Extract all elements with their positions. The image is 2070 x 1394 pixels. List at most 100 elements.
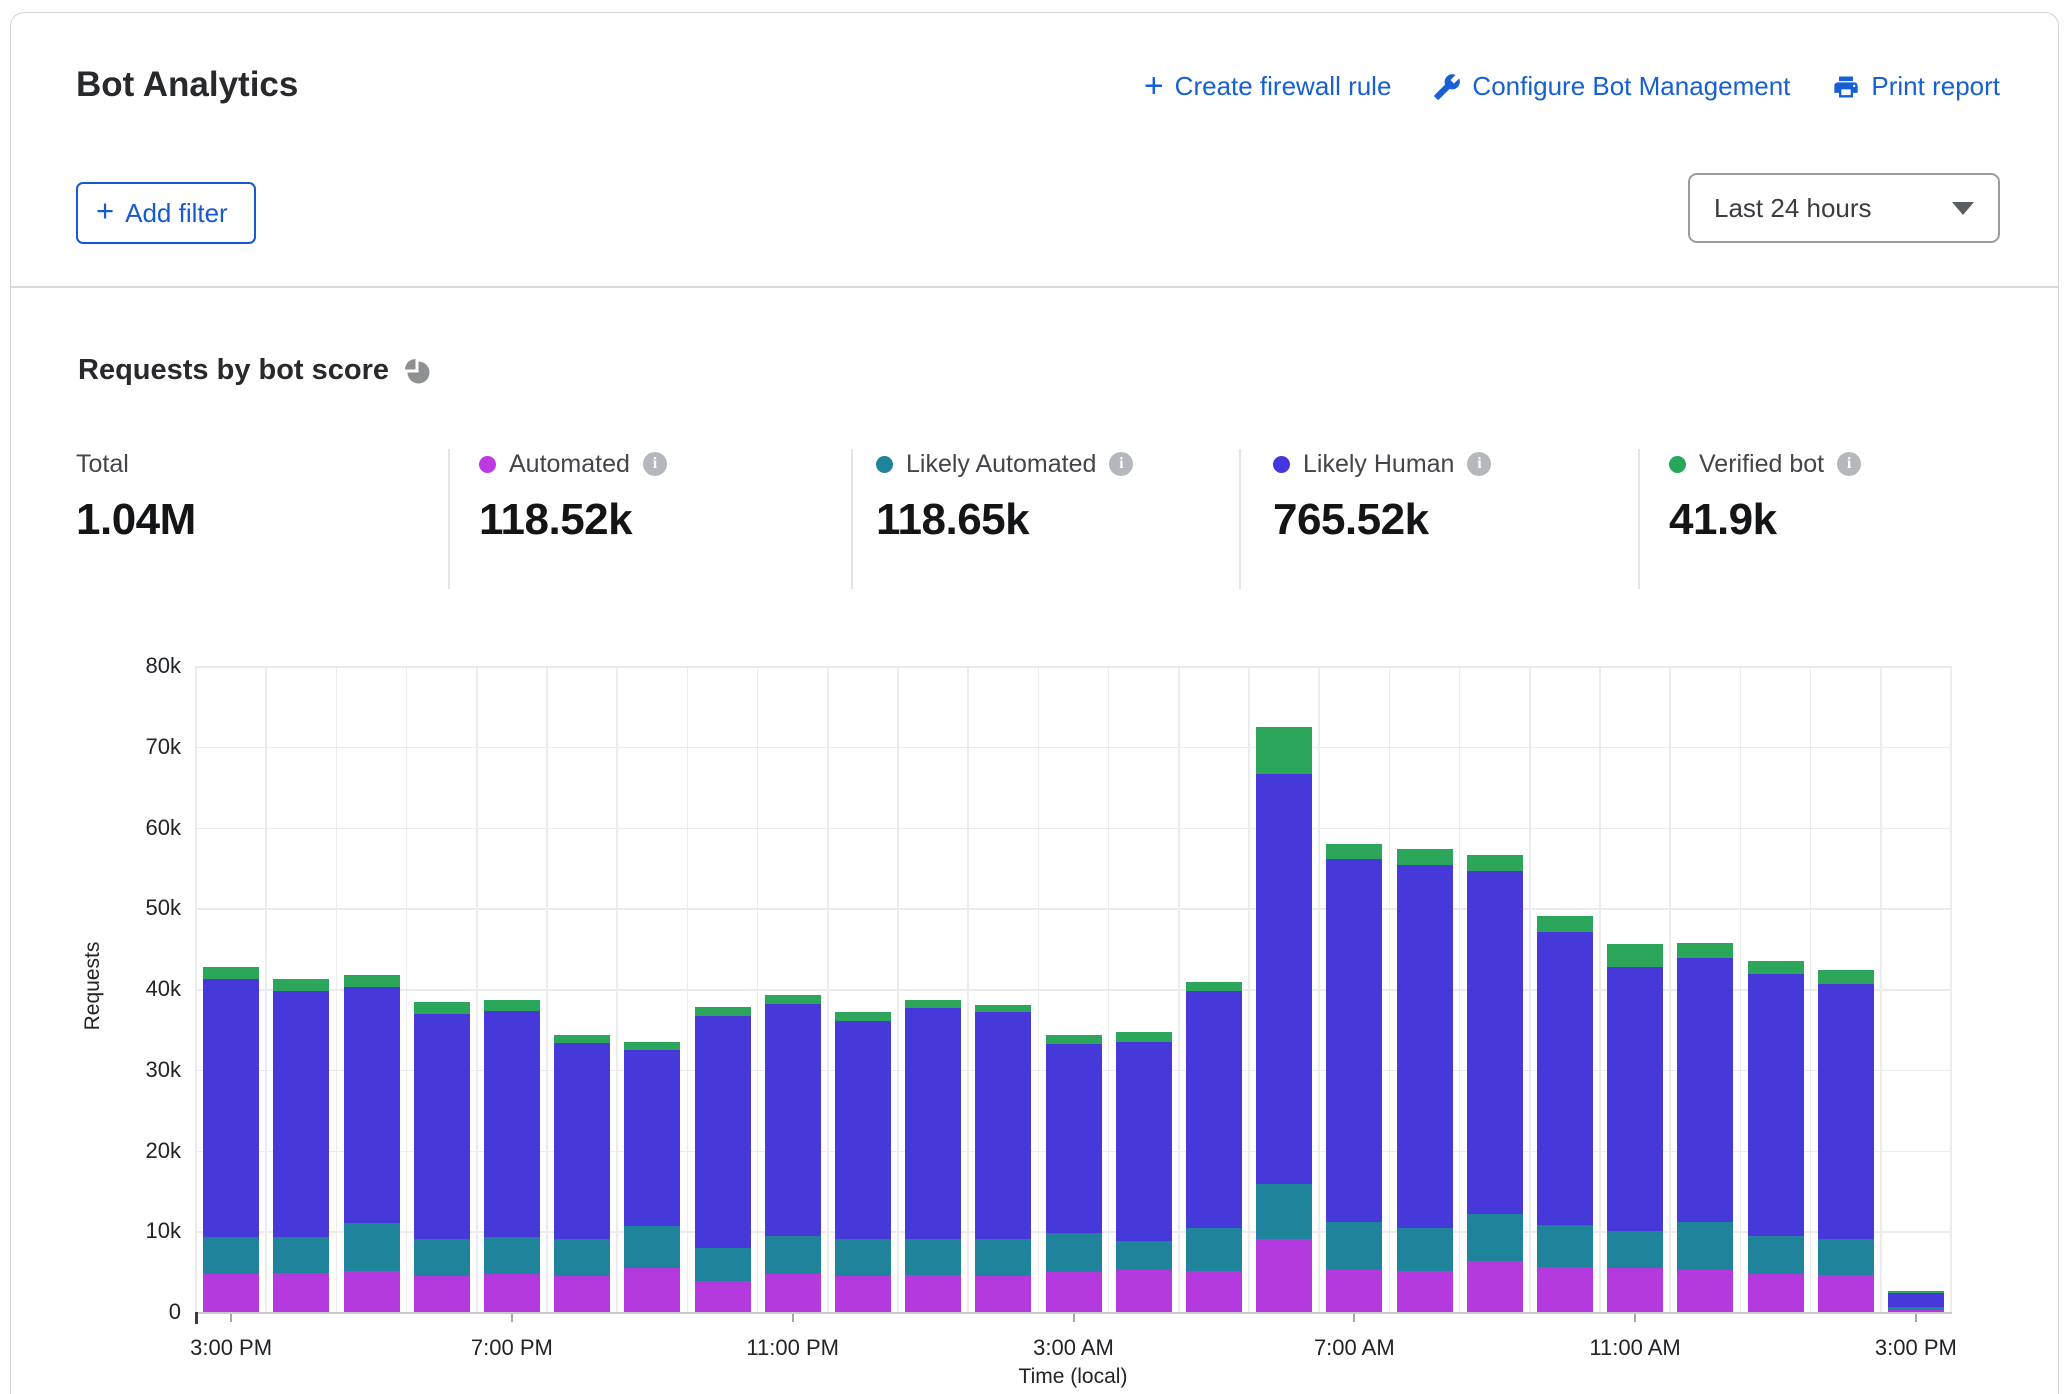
bar-segment-likely-human[interactable]	[1326, 859, 1382, 1222]
bar-segment-automated[interactable]	[273, 1273, 329, 1312]
bar-segment-verified-bot[interactable]	[1677, 943, 1733, 958]
bar-segment-likely-automated[interactable]	[1397, 1228, 1453, 1271]
bar-segment-automated[interactable]	[1677, 1270, 1733, 1312]
bar-segment-verified-bot[interactable]	[905, 1000, 961, 1008]
bar-segment-likely-human[interactable]	[835, 1021, 891, 1239]
bar-segment-automated[interactable]	[695, 1281, 751, 1312]
bar-segment-automated[interactable]	[1818, 1275, 1874, 1312]
configure-bot-management-link[interactable]: Configure Bot Management	[1433, 71, 1790, 102]
bar-segment-verified-bot[interactable]	[484, 1000, 540, 1011]
bar-segment-automated[interactable]	[484, 1274, 540, 1312]
bar-segment-verified-bot[interactable]	[1326, 844, 1382, 859]
bar-segment-automated[interactable]	[1046, 1272, 1102, 1312]
bar-segment-likely-human[interactable]	[1397, 865, 1453, 1228]
bar-segment-likely-automated[interactable]	[1748, 1236, 1804, 1274]
bar-segment-likely-automated[interactable]	[1467, 1214, 1523, 1262]
bar-segment-verified-bot[interactable]	[344, 975, 400, 987]
bar-segment-automated[interactable]	[203, 1274, 259, 1312]
add-filter-button[interactable]: + Add filter	[76, 182, 256, 244]
bar-segment-automated[interactable]	[835, 1276, 891, 1312]
bar-segment-verified-bot[interactable]	[975, 1005, 1031, 1012]
bar-segment-verified-bot[interactable]	[1467, 855, 1523, 871]
bar-segment-automated[interactable]	[1116, 1270, 1172, 1312]
bar-segment-verified-bot[interactable]	[203, 967, 259, 978]
bar-segment-verified-bot[interactable]	[1537, 916, 1593, 932]
bar-segment-verified-bot[interactable]	[1607, 944, 1663, 967]
bar-segment-likely-automated[interactable]	[1607, 1231, 1663, 1268]
bar-segment-likely-human[interactable]	[344, 987, 400, 1223]
bar-segment-automated[interactable]	[1397, 1271, 1453, 1312]
bar-segment-likely-automated[interactable]	[975, 1239, 1031, 1275]
bar-segment-likely-human[interactable]	[1116, 1042, 1172, 1241]
bar-segment-automated[interactable]	[414, 1276, 470, 1312]
bar-segment-likely-human[interactable]	[1888, 1293, 1944, 1308]
bar-segment-verified-bot[interactable]	[273, 979, 329, 990]
bar-segment-likely-automated[interactable]	[203, 1237, 259, 1274]
bar-segment-automated[interactable]	[1186, 1271, 1242, 1312]
bar-segment-automated[interactable]	[905, 1275, 961, 1312]
create-firewall-rule-link[interactable]: + Create firewall rule	[1144, 71, 1392, 102]
bar-segment-automated[interactable]	[1607, 1268, 1663, 1312]
bar-segment-likely-automated[interactable]	[1116, 1241, 1172, 1270]
print-report-link[interactable]: Print report	[1832, 71, 2000, 102]
time-range-dropdown[interactable]: Last 24 hours	[1688, 173, 2000, 243]
bar-segment-automated[interactable]	[1256, 1239, 1312, 1312]
info-icon[interactable]: i	[1467, 452, 1491, 476]
bar-segment-likely-automated[interactable]	[1818, 1239, 1874, 1275]
bar-segment-likely-human[interactable]	[1046, 1044, 1102, 1233]
bar-segment-likely-human[interactable]	[1748, 974, 1804, 1236]
bar-segment-automated[interactable]	[1537, 1267, 1593, 1312]
bar-segment-likely-human[interactable]	[484, 1011, 540, 1237]
bar-segment-likely-automated[interactable]	[835, 1239, 891, 1275]
info-icon[interactable]: i	[1837, 452, 1861, 476]
bar-segment-likely-human[interactable]	[1537, 932, 1593, 1224]
info-icon[interactable]: i	[1109, 452, 1133, 476]
bar-segment-likely-human[interactable]	[1467, 871, 1523, 1213]
bar-segment-automated[interactable]	[554, 1276, 610, 1312]
bar-segment-verified-bot[interactable]	[835, 1012, 891, 1022]
bar-segment-automated[interactable]	[344, 1271, 400, 1312]
bar-segment-verified-bot[interactable]	[624, 1042, 680, 1050]
bar-segment-likely-automated[interactable]	[273, 1237, 329, 1273]
bar-segment-likely-human[interactable]	[1607, 967, 1663, 1231]
bar-segment-likely-automated[interactable]	[1537, 1225, 1593, 1267]
bar-segment-verified-bot[interactable]	[1116, 1032, 1172, 1042]
bar-segment-verified-bot[interactable]	[1256, 727, 1312, 775]
bar-segment-verified-bot[interactable]	[765, 995, 821, 1003]
bar-segment-automated[interactable]	[1888, 1310, 1944, 1312]
bar-segment-automated[interactable]	[975, 1276, 1031, 1312]
bar-segment-likely-automated[interactable]	[624, 1226, 680, 1268]
bar-segment-verified-bot[interactable]	[1888, 1291, 1944, 1292]
bar-segment-likely-human[interactable]	[554, 1043, 610, 1239]
bar-segment-verified-bot[interactable]	[1818, 970, 1874, 984]
bar-segment-likely-human[interactable]	[905, 1008, 961, 1238]
bar-segment-likely-automated[interactable]	[695, 1248, 751, 1281]
bar-segment-likely-automated[interactable]	[554, 1239, 610, 1275]
bar-segment-verified-bot[interactable]	[554, 1035, 610, 1043]
bar-segment-verified-bot[interactable]	[414, 1002, 470, 1014]
bar-segment-likely-automated[interactable]	[765, 1236, 821, 1274]
bar-segment-automated[interactable]	[765, 1274, 821, 1312]
bar-segment-likely-human[interactable]	[273, 991, 329, 1237]
bar-segment-likely-human[interactable]	[1818, 984, 1874, 1239]
bar-segment-verified-bot[interactable]	[1046, 1035, 1102, 1044]
bar-segment-likely-automated[interactable]	[344, 1223, 400, 1271]
bar-segment-verified-bot[interactable]	[1748, 961, 1804, 975]
bar-segment-likely-automated[interactable]	[1046, 1233, 1102, 1272]
bar-segment-automated[interactable]	[1326, 1270, 1382, 1312]
bar-segment-verified-bot[interactable]	[695, 1007, 751, 1017]
info-icon[interactable]: i	[643, 452, 667, 476]
bar-segment-likely-automated[interactable]	[1256, 1184, 1312, 1239]
bar-segment-likely-human[interactable]	[975, 1012, 1031, 1239]
bar-segment-likely-human[interactable]	[1256, 774, 1312, 1184]
bar-segment-verified-bot[interactable]	[1186, 982, 1242, 992]
bar-segment-likely-automated[interactable]	[414, 1239, 470, 1276]
bar-segment-verified-bot[interactable]	[1397, 849, 1453, 864]
bar-segment-likely-automated[interactable]	[1888, 1307, 1944, 1309]
bar-segment-likely-human[interactable]	[765, 1004, 821, 1237]
bar-segment-likely-human[interactable]	[1677, 958, 1733, 1223]
bar-segment-likely-automated[interactable]	[905, 1239, 961, 1275]
bar-segment-automated[interactable]	[1467, 1261, 1523, 1312]
bar-segment-likely-human[interactable]	[624, 1050, 680, 1226]
bar-segment-likely-human[interactable]	[414, 1014, 470, 1238]
